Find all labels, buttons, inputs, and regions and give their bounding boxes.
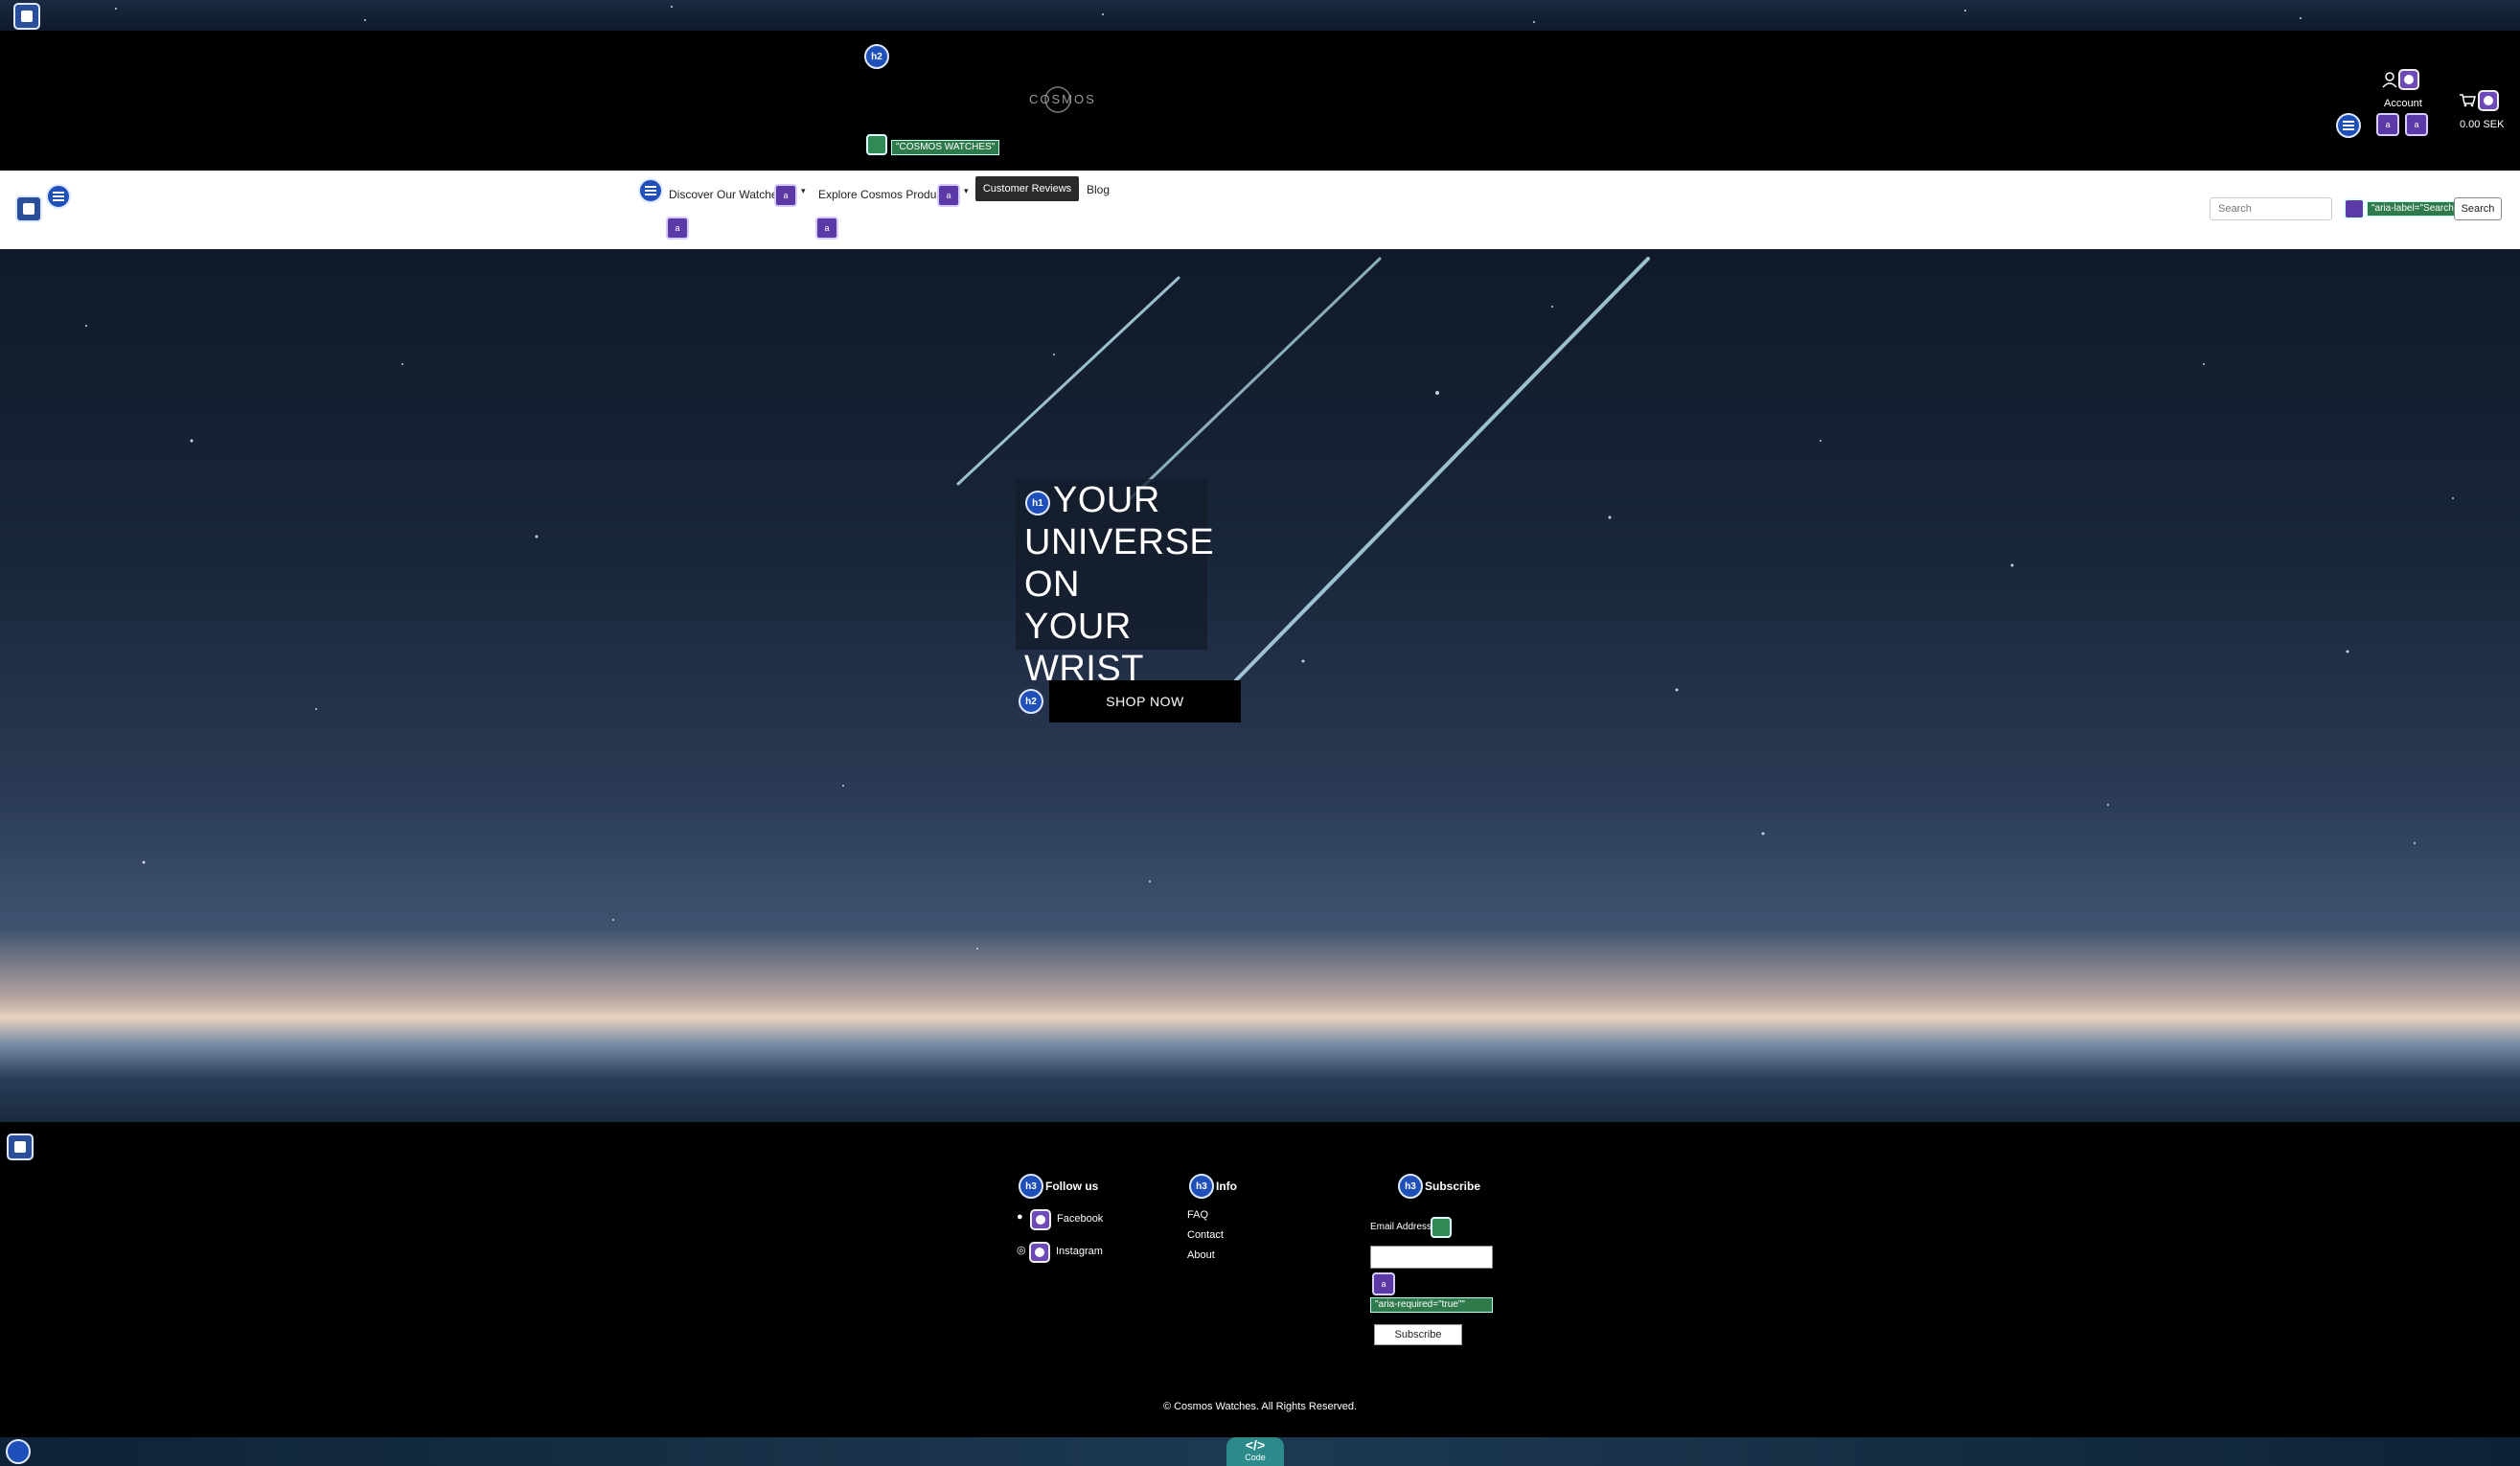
footer-link-faq[interactable]: FAQ bbox=[1187, 1209, 1208, 1221]
brand-aria-label-badge: "COSMOS WATCHES" bbox=[891, 140, 1000, 155]
landmark-badge-icon bbox=[7, 1134, 34, 1160]
chevron-down-icon[interactable]: ▾ bbox=[964, 186, 969, 196]
list-badge-icon bbox=[46, 184, 71, 209]
star-dot bbox=[364, 19, 366, 21]
email-address-label: Email Address bbox=[1370, 1222, 1432, 1232]
link-badge-icon bbox=[2398, 69, 2419, 90]
footer-link-facebook[interactable]: Facebook bbox=[1057, 1213, 1103, 1225]
aria-badge-icon: a bbox=[2376, 113, 2399, 136]
heading-badge-h3-icon: h3 bbox=[1189, 1174, 1214, 1199]
list-badge-icon bbox=[2336, 113, 2361, 138]
link-badge-icon bbox=[1029, 1242, 1050, 1263]
code-tab[interactable]: </> Code bbox=[1226, 1437, 1284, 1466]
site-header: h2 COSMOS "COSMOS WATCHES" Account a a 0… bbox=[0, 31, 2520, 171]
hero-banner bbox=[0, 249, 2520, 1122]
required-aria-badge: "aria-required="true"" bbox=[1370, 1297, 1493, 1313]
search-aria-label-badge: "aria-label="Search"" bbox=[2367, 201, 2465, 217]
hero-title: YOUR UNIVERSE ON YOUR WRIST bbox=[1024, 480, 1215, 689]
nav-item-explore-products[interactable]: Explore Cosmos Products bbox=[818, 188, 951, 201]
account-icon[interactable] bbox=[2381, 71, 2398, 88]
image-badge-icon bbox=[866, 134, 887, 155]
footer-heading-follow: Follow us bbox=[1045, 1180, 1099, 1193]
footer-heading-subscribe: Subscribe bbox=[1425, 1180, 1481, 1193]
top-sky-strip bbox=[0, 0, 2520, 31]
cart-total[interactable]: 0.00 SEK bbox=[2460, 119, 2504, 130]
list-badge-icon bbox=[638, 178, 663, 203]
search-input[interactable] bbox=[2210, 197, 2332, 220]
logo-text: COSMOS bbox=[1029, 92, 1096, 106]
aria-badge-icon: a bbox=[1372, 1272, 1395, 1295]
site-footer bbox=[0, 1122, 2520, 1437]
aria-badge-icon: a bbox=[774, 184, 797, 207]
star-dot bbox=[115, 8, 117, 10]
starfield-image bbox=[85, 257, 2454, 950]
cart-icon[interactable] bbox=[2459, 92, 2476, 107]
star-dot bbox=[2300, 17, 2302, 19]
link-badge-icon bbox=[1030, 1209, 1051, 1230]
search-button[interactable]: Search bbox=[2454, 197, 2502, 220]
subscribe-button[interactable]: Subscribe bbox=[1374, 1324, 1462, 1345]
account-label[interactable]: Account bbox=[2384, 98, 2422, 109]
landmark-badge-icon bbox=[13, 3, 40, 30]
footer-link-instagram[interactable]: Instagram bbox=[1056, 1246, 1103, 1257]
aria-badge-icon: a bbox=[815, 217, 838, 240]
copyright-text: © Cosmos Watches. All Rights Reserved. bbox=[1162, 1401, 1358, 1412]
star-dot bbox=[1964, 10, 1966, 11]
heading-badge-icon bbox=[6, 1439, 31, 1464]
aria-badge-icon: a bbox=[2405, 113, 2428, 136]
aria-badge-icon: a bbox=[666, 217, 689, 240]
footer-link-about[interactable]: About bbox=[1187, 1249, 1215, 1261]
code-tab-label: Code bbox=[1245, 1453, 1266, 1462]
link-badge-icon bbox=[2478, 90, 2499, 111]
footer-link-contact[interactable]: Contact bbox=[1187, 1229, 1224, 1241]
star-dot bbox=[1533, 21, 1535, 23]
heading-badge-h2-icon: h2 bbox=[1019, 689, 1043, 714]
aria-badge-icon bbox=[2344, 198, 2365, 219]
nav-item-customer-reviews[interactable]: Customer Reviews bbox=[975, 176, 1079, 201]
label-badge-icon bbox=[1431, 1217, 1452, 1238]
instagram-icon: ◎ bbox=[1017, 1245, 1026, 1256]
email-field[interactable] bbox=[1370, 1246, 1493, 1269]
landmark-badge-icon bbox=[15, 195, 42, 222]
footer-heading-info: Info bbox=[1216, 1180, 1237, 1193]
star-dot bbox=[1102, 13, 1104, 15]
code-icon: </> bbox=[1245, 1437, 1266, 1453]
nav-item-blog[interactable]: Blog bbox=[1087, 183, 1110, 196]
star-dot bbox=[671, 6, 673, 8]
cosmos-logo[interactable]: COSMOS bbox=[1029, 80, 1096, 119]
main-nav: Discover Our Watches a ▾ a Explore Cosmo… bbox=[0, 171, 2520, 249]
facebook-icon: ● bbox=[1017, 1211, 1023, 1223]
nav-item-discover-watches[interactable]: Discover Our Watches bbox=[669, 188, 784, 201]
heading-badge-h2-icon: h2 bbox=[864, 44, 889, 69]
shop-now-button[interactable]: SHOP NOW bbox=[1049, 680, 1241, 722]
heading-badge-h3-icon: h3 bbox=[1398, 1174, 1423, 1199]
heading-badge-h3-icon: h3 bbox=[1019, 1174, 1043, 1199]
aria-badge-icon: a bbox=[937, 184, 960, 207]
chevron-down-icon[interactable]: ▾ bbox=[801, 186, 806, 196]
